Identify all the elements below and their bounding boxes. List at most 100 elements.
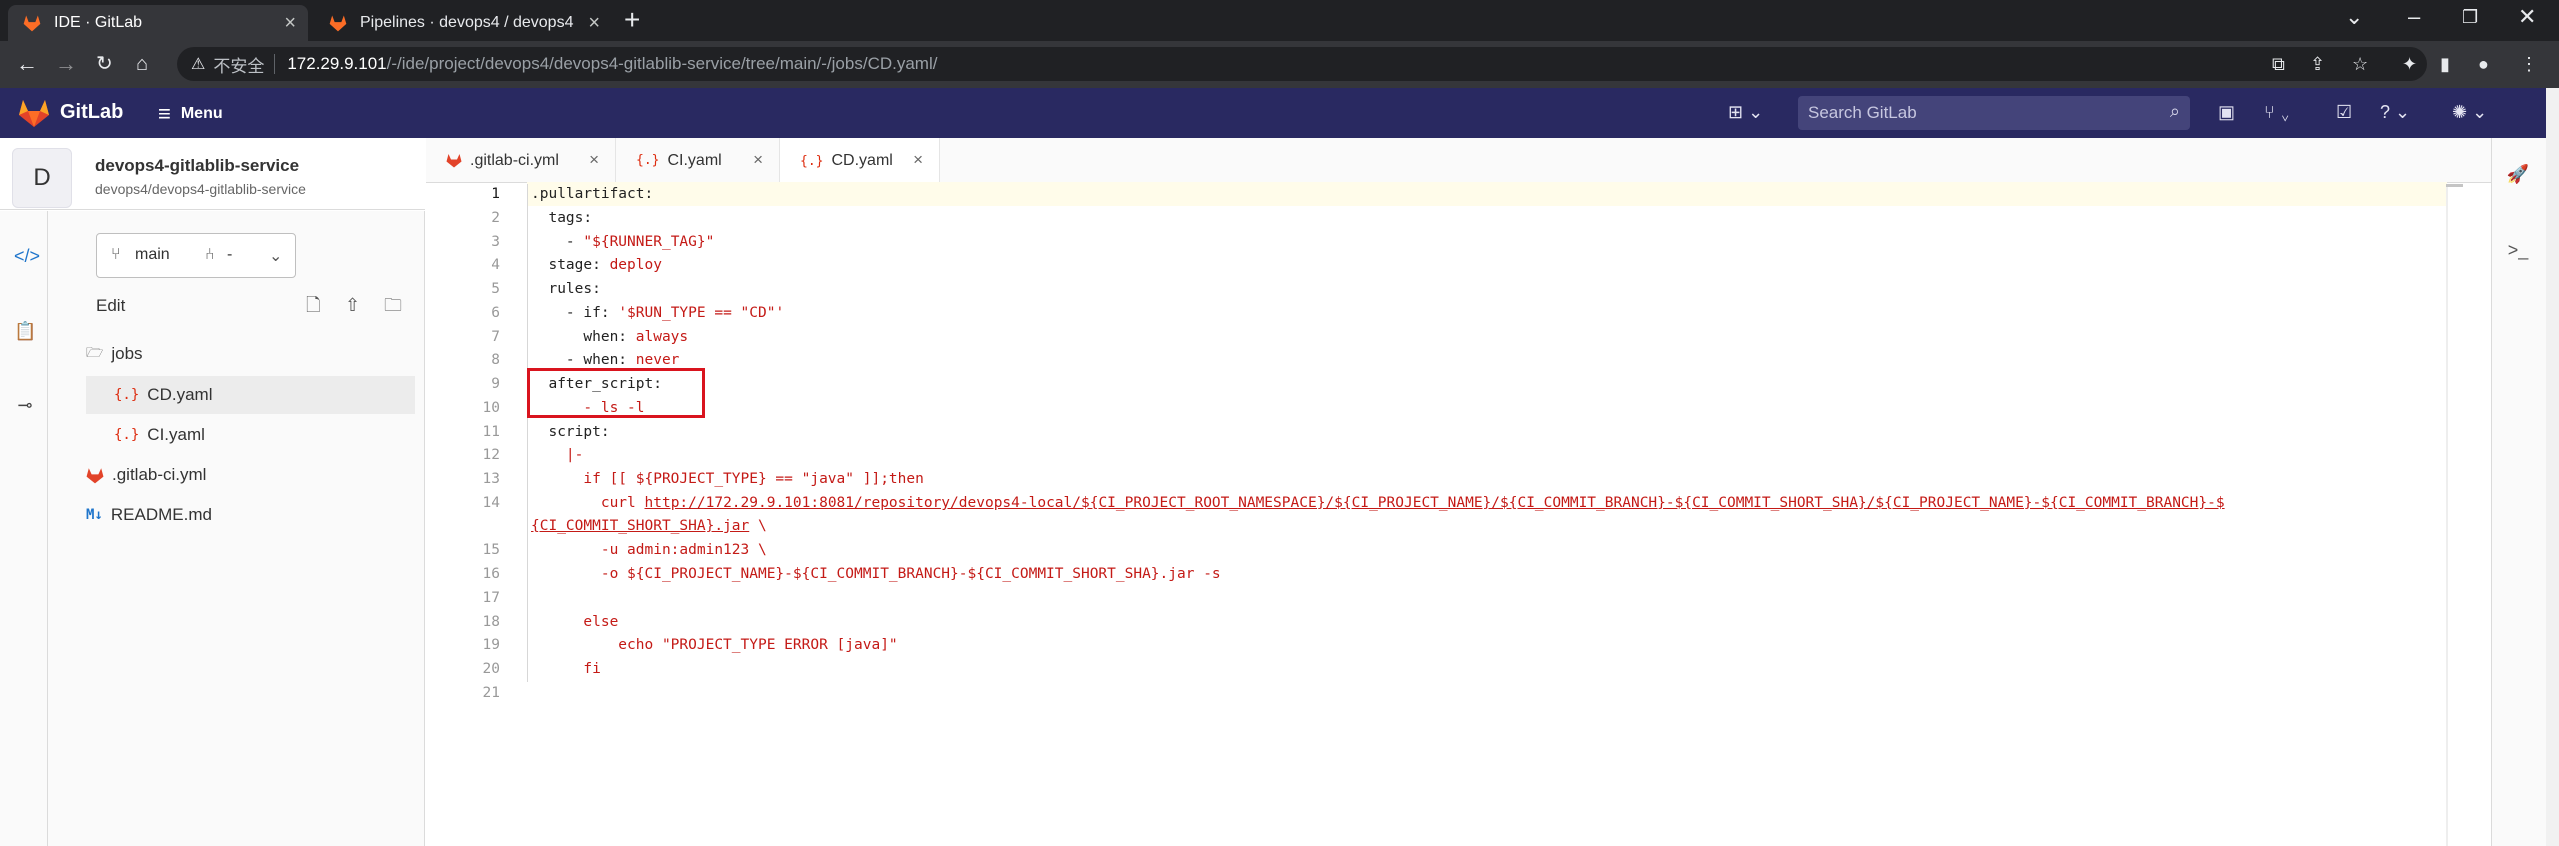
project-header: D devops4-gitlablib-service devops4/devo… (0, 138, 425, 210)
user-avatar-icon[interactable]: ✺ ⌄ (2452, 101, 2487, 123)
code-line: tags: (531, 210, 593, 226)
search-input[interactable]: Search GitLab ⌕ (1798, 96, 2190, 130)
tree-item-ci-yaml[interactable]: {.} CI.yaml (86, 416, 415, 454)
merge-requests-icon[interactable]: ⑂ ⌄ (2264, 101, 2291, 123)
side-panel-icon[interactable]: ▮ (2440, 53, 2450, 75)
code-line: echo "PROJECT_TYPE ERROR [java]" (531, 637, 898, 653)
close-tab-icon[interactable]: × (589, 150, 599, 170)
minimize-icon[interactable]: – (2408, 6, 2420, 28)
review-icon[interactable]: 📋 (14, 320, 36, 342)
hamburger-icon: ≡ (158, 101, 171, 126)
line-number: 19 (482, 637, 500, 653)
code-line: if [[ ${PROJECT_TYPE} == "java" ]];then (531, 471, 924, 487)
code-line-wrap: {CI_COMMIT_SHORT_SHA}.jar \ (531, 518, 767, 534)
editor-tab-label: CI.yaml (667, 151, 722, 169)
gitlab-logo-icon[interactable] (18, 98, 50, 128)
editor-tab-gitlab-ci[interactable]: .gitlab-ci.yml × (426, 138, 616, 183)
home-icon[interactable]: ⌂ (136, 51, 148, 77)
bookmark-star-icon[interactable]: ☆ (2352, 53, 2368, 75)
close-tab-icon[interactable]: × (753, 150, 763, 170)
browser-tab-ide[interactable]: IDE · GitLab × (8, 5, 308, 41)
menu-button[interactable]: ≡ Menu (158, 101, 223, 127)
browser-menu-icon[interactable]: ⋮ (2520, 53, 2538, 75)
create-new-icon[interactable]: ⊞ ⌄ (1728, 101, 1763, 123)
address-bar[interactable]: ⚠ 不安全 172.29.9.101 /-/ide/project/devops… (177, 47, 2427, 81)
share-icon[interactable]: ⇪ (2310, 53, 2325, 75)
line-number: 6 (491, 305, 500, 321)
project-name[interactable]: devops4-gitlablib-service (95, 156, 299, 176)
line-number: 17 (482, 590, 500, 606)
code-line: .pullartifact: (531, 186, 654, 202)
tree-item-gitlab-ci[interactable]: .gitlab-ci.yml (86, 456, 415, 494)
commit-icon[interactable]: ⊸ (14, 394, 36, 416)
branch-icon: ⑂ (111, 246, 121, 263)
page-scrollbar[interactable] (2546, 88, 2559, 846)
line-number: 4 (491, 257, 500, 273)
new-file-icon[interactable]: 🗋 (306, 294, 320, 316)
issues-icon[interactable]: ▣ (2218, 101, 2235, 123)
folder-icon: 🗁 (86, 345, 104, 361)
yaml-file-icon: {.} (114, 387, 140, 403)
edit-label: Edit (96, 296, 126, 315)
code-line: |- (531, 447, 584, 463)
url-host: 172.29.9.101 (287, 54, 387, 73)
todos-icon[interactable]: ☑ (2336, 101, 2352, 123)
new-tab-button[interactable]: + (624, 6, 640, 34)
editor-scrollbar[interactable] (2446, 184, 2448, 846)
artifact-url-link-wrap[interactable]: {CI_COMMIT_SHORT_SHA}.jar (531, 518, 749, 534)
upload-icon[interactable]: ⇧ (345, 294, 360, 316)
insecure-label: 不安全 (213, 56, 265, 76)
edit-code-icon[interactable]: </> (14, 245, 40, 267)
extensions-icon[interactable]: ✦ (2402, 53, 2417, 75)
chevron-down-icon: ⌄ (269, 248, 283, 265)
scrollbar-thumb[interactable] (2446, 184, 2463, 187)
close-window-icon[interactable]: ✕ (2518, 6, 2536, 28)
back-icon[interactable]: ← (16, 51, 38, 77)
forward-icon[interactable]: → (55, 51, 77, 77)
tree-item-readme[interactable]: M↓ README.md (86, 496, 415, 534)
pipelines-rocket-icon[interactable]: 🚀 (2492, 164, 2544, 185)
tab-search-icon[interactable]: ⌄ (2345, 6, 2363, 28)
code-line: script: (531, 424, 610, 440)
line-number: 11 (482, 424, 500, 440)
browser-tab-title: IDE · GitLab (54, 14, 143, 31)
restore-icon[interactable]: ❐ (2462, 6, 2478, 28)
url-path: /-/ide/project/devops4/devops4-gitlablib… (386, 54, 938, 73)
terminal-icon[interactable]: >_ (2492, 240, 2544, 261)
new-directory-icon[interactable]: 🗀 (384, 294, 402, 316)
line-number: 12 (482, 447, 500, 463)
editor-tab-ci-yaml[interactable]: {.} CI.yaml × (616, 138, 780, 183)
reload-icon[interactable]: ↻ (96, 51, 113, 77)
profile-icon[interactable]: ● (2478, 53, 2489, 75)
tree-item-label: .gitlab-ci.yml (112, 465, 207, 484)
line-number: 9 (491, 376, 500, 392)
close-tab-icon[interactable]: × (284, 13, 296, 33)
translate-icon[interactable]: ⧉ (2272, 53, 2285, 75)
menu-label: Menu (180, 105, 223, 122)
close-tab-icon[interactable]: × (913, 150, 923, 170)
tree-item-cd-yaml[interactable]: {.} CD.yaml (86, 376, 415, 414)
gitlab-brand[interactable]: GitLab (60, 101, 123, 124)
project-avatar[interactable]: D (12, 148, 72, 208)
divider (274, 54, 276, 74)
editor-tab-label: .gitlab-ci.yml (470, 151, 559, 169)
line-number: 10 (482, 400, 500, 416)
gitlab-file-icon (446, 154, 462, 168)
project-path: devops4/devops4-gitlablib-service (95, 181, 306, 197)
gitlab-file-icon (86, 467, 104, 483)
ide-activity-bar (0, 211, 48, 846)
tree-item-label: CD.yaml (147, 385, 213, 404)
yaml-file-icon: {.} (114, 427, 140, 443)
editor-tab-cd-yaml[interactable]: {.} CD.yaml × (780, 138, 940, 184)
close-tab-icon[interactable]: × (588, 13, 600, 33)
help-icon[interactable]: ? ⌄ (2380, 101, 2410, 123)
artifact-url-link[interactable]: http://172.29.9.101:8081/repository/devo… (645, 495, 2225, 511)
tree-item-jobs[interactable]: 🗁 jobs (86, 335, 415, 373)
branch-name: main (135, 246, 170, 263)
branch-selector[interactable]: ⑂ main ⑃ - ⌄ (96, 233, 296, 278)
line-number: 2 (491, 210, 500, 226)
browser-tab-pipelines[interactable]: Pipelines · devops4 / devops4 × (314, 5, 612, 41)
line-number: 7 (491, 329, 500, 345)
line-number: 18 (482, 614, 500, 630)
warning-icon: ⚠ (191, 56, 206, 73)
